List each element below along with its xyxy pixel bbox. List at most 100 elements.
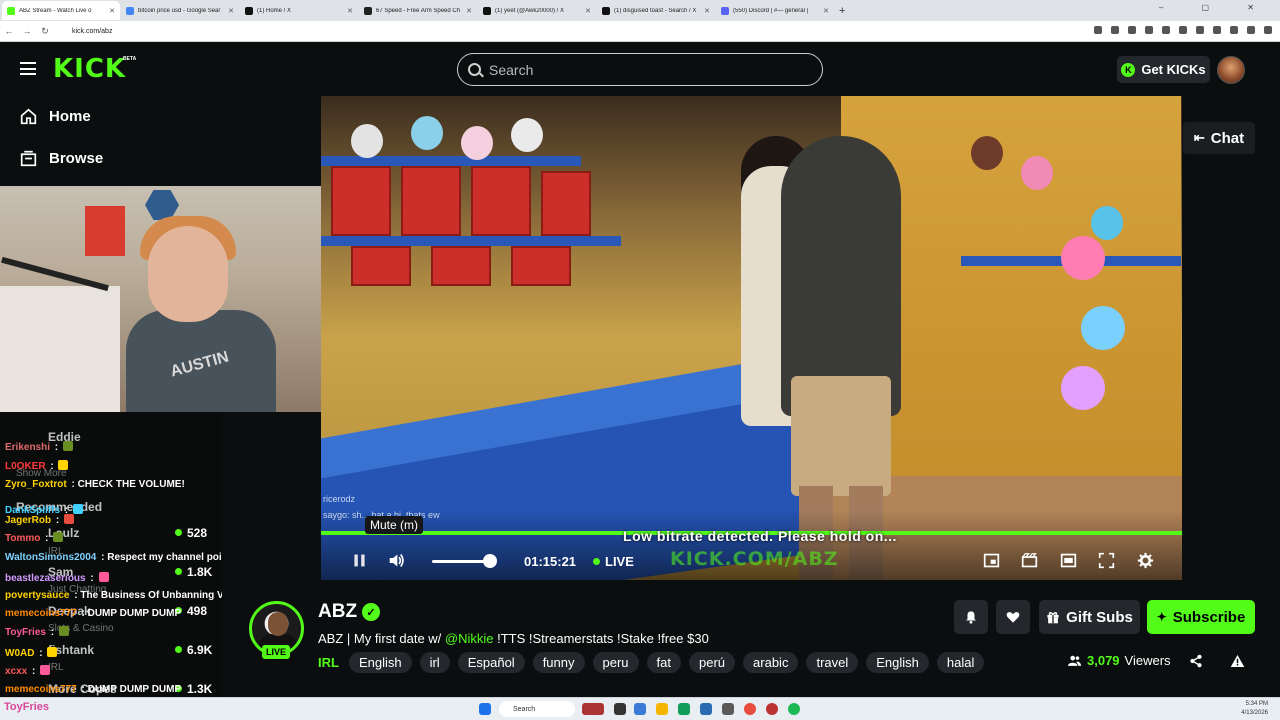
user-avatar[interactable] bbox=[1217, 56, 1245, 84]
notification-button[interactable] bbox=[954, 600, 988, 634]
menu-icon[interactable] bbox=[20, 62, 36, 75]
stream-title-text: ABZ | My first date w/ bbox=[318, 631, 445, 646]
settings-gear-icon[interactable] bbox=[1137, 552, 1154, 569]
close-tab-icon[interactable]: ✕ bbox=[109, 7, 115, 15]
taskbar-app-icon[interactable] bbox=[678, 703, 690, 715]
kick-logo[interactable]: KICK bbox=[53, 54, 126, 84]
open-chat-button[interactable]: ⇤ Chat bbox=[1183, 122, 1255, 154]
miniplayer-icon[interactable] bbox=[1060, 552, 1077, 569]
fullscreen-icon[interactable] bbox=[1098, 552, 1115, 569]
chat-username[interactable]: memecoins777 bbox=[5, 684, 77, 695]
store-icon[interactable] bbox=[700, 703, 712, 715]
file-explorer-icon[interactable] bbox=[656, 703, 668, 715]
taskbar-search[interactable]: Search bbox=[499, 701, 575, 717]
channel-name[interactable]: ABZ bbox=[318, 601, 357, 623]
task-view-icon[interactable] bbox=[614, 703, 626, 715]
browser-tab[interactable]: (550) Discord | #— general | ✕ bbox=[716, 1, 834, 20]
search-input[interactable] bbox=[489, 61, 789, 78]
volume-slider-handle[interactable] bbox=[483, 554, 497, 568]
stream-title-mention[interactable]: @Nikkie bbox=[445, 631, 494, 646]
chat-username[interactable]: WaltonSimons2004 bbox=[5, 552, 96, 563]
get-kicks-button[interactable]: K Get KICKs bbox=[1117, 56, 1210, 83]
close-tab-icon[interactable]: ✕ bbox=[347, 7, 353, 15]
extension-icons[interactable] bbox=[1094, 26, 1272, 34]
url-field[interactable]: kick.com/abz bbox=[72, 28, 112, 35]
stream-tag[interactable]: halal bbox=[936, 652, 985, 673]
chat-username[interactable]: beastlezaserious bbox=[5, 573, 86, 584]
category-link[interactable]: IRL bbox=[318, 655, 339, 670]
browser-tab-label: ABZ Stream - Watch Live o bbox=[19, 7, 92, 14]
subscribe-button[interactable]: ✦ Subscribe bbox=[1147, 600, 1255, 634]
tab-favicon-icon bbox=[602, 6, 610, 15]
stream-tag[interactable]: arabic bbox=[743, 652, 799, 673]
chat-username[interactable]: JagerRob bbox=[5, 515, 51, 526]
chat-username[interactable]: memecoins777 bbox=[5, 608, 77, 619]
system-clock[interactable]: 5:34 PM 4/13/2026 bbox=[1241, 700, 1268, 718]
sidebar-item-home[interactable]: Home bbox=[20, 108, 91, 125]
chat-username[interactable]: Zyro_Foxtrot bbox=[5, 479, 67, 490]
stream-tag[interactable]: fat bbox=[646, 652, 681, 673]
browser-tab[interactable]: 67 Speed - Free Arm Speed Ch ✕ bbox=[359, 1, 477, 20]
chat-emote-icon bbox=[58, 626, 69, 636]
viewers-icon bbox=[1068, 655, 1081, 666]
share-icon[interactable] bbox=[1189, 654, 1203, 668]
chat-username[interactable]: Erikenshi bbox=[5, 442, 50, 453]
close-tab-icon[interactable]: ✕ bbox=[228, 7, 234, 15]
browser-tab[interactable]: bitcoin price usd - Google Sear ✕ bbox=[121, 1, 239, 20]
chat-username[interactable]: xcxx bbox=[5, 666, 27, 677]
browser-tab[interactable]: (1) Home / X ✕ bbox=[240, 1, 358, 20]
follow-button[interactable] bbox=[996, 600, 1030, 634]
theater-mode-icon[interactable] bbox=[983, 552, 1000, 569]
chat-username[interactable]: Tommo bbox=[5, 533, 40, 544]
live-indicator[interactable]: LIVE bbox=[593, 554, 634, 569]
new-tab-button[interactable]: + bbox=[839, 5, 845, 17]
chat-username[interactable]: povertysauce bbox=[5, 590, 69, 601]
taskbar-app-icon[interactable] bbox=[722, 703, 734, 715]
stream-tag[interactable]: funny bbox=[532, 652, 585, 673]
stream-tag[interactable]: perú bbox=[689, 652, 736, 673]
browser-tab[interactable]: ABZ Stream - Watch Live o ✕ bbox=[2, 1, 120, 20]
stream-tag[interactable]: peru bbox=[592, 652, 639, 673]
chat-username[interactable]: ToyFries bbox=[5, 627, 46, 638]
volume-slider-track[interactable] bbox=[432, 560, 490, 563]
reload-icon[interactable]: ↻ bbox=[36, 26, 54, 37]
windows-start-icon[interactable] bbox=[479, 703, 491, 715]
taskbar-search-label: Search bbox=[513, 705, 536, 713]
tab-favicon-icon bbox=[7, 6, 15, 15]
spotify-icon[interactable] bbox=[788, 703, 800, 715]
close-tab-icon[interactable]: ✕ bbox=[466, 7, 472, 15]
close-tab-icon[interactable]: ✕ bbox=[823, 7, 829, 15]
gift-subs-button[interactable]: Gift Subs bbox=[1039, 600, 1140, 634]
taskbar-app-icon[interactable] bbox=[766, 703, 778, 715]
video-player[interactable]: ricerodz saygo: sh... hat a bj, thats ew bbox=[321, 96, 1182, 580]
chrome-icon[interactable] bbox=[744, 703, 756, 715]
report-warning-icon[interactable] bbox=[1230, 654, 1245, 668]
chat-username[interactable]: W0AD bbox=[5, 648, 34, 659]
tab-favicon-icon bbox=[126, 6, 134, 15]
stream-tag[interactable]: English bbox=[866, 652, 929, 673]
chat-username[interactable]: L0OKER bbox=[5, 461, 46, 472]
edge-icon[interactable] bbox=[634, 703, 646, 715]
forward-icon[interactable]: → bbox=[18, 26, 36, 36]
sidebar-item-browse[interactable]: Browse bbox=[20, 150, 103, 167]
browser-tab[interactable]: (1) disguised toast - Search / X ✕ bbox=[597, 1, 715, 20]
back-icon[interactable]: ← bbox=[0, 26, 18, 36]
pause-icon[interactable] bbox=[351, 552, 368, 569]
close-tab-icon[interactable]: ✕ bbox=[704, 7, 710, 15]
taskbar-app-icon[interactable] bbox=[582, 703, 604, 715]
browser-tab[interactable]: (1) yeet (@Awk20000) / X ✕ bbox=[478, 1, 596, 20]
stream-tag[interactable]: Español bbox=[457, 652, 525, 673]
chat-message: Erikenshi : bbox=[5, 441, 75, 453]
window-controls[interactable]: – ▢ ✕ bbox=[1159, 3, 1272, 12]
browser-tab-label: (550) Discord | #— general | bbox=[733, 7, 809, 14]
stream-title: ABZ | My first date w/ @Nikkie !TTS !Str… bbox=[318, 631, 709, 646]
search-bar[interactable] bbox=[457, 53, 823, 86]
stream-tag[interactable]: irl bbox=[419, 652, 450, 673]
mute-tooltip: Mute (m) bbox=[365, 516, 423, 534]
stream-tag[interactable]: travel bbox=[806, 652, 859, 673]
kicks-coin-icon: K bbox=[1121, 62, 1136, 77]
volume-icon[interactable] bbox=[388, 552, 405, 569]
clip-icon[interactable] bbox=[1021, 552, 1038, 569]
close-tab-icon[interactable]: ✕ bbox=[585, 7, 591, 15]
stream-tag[interactable]: English bbox=[348, 652, 412, 673]
